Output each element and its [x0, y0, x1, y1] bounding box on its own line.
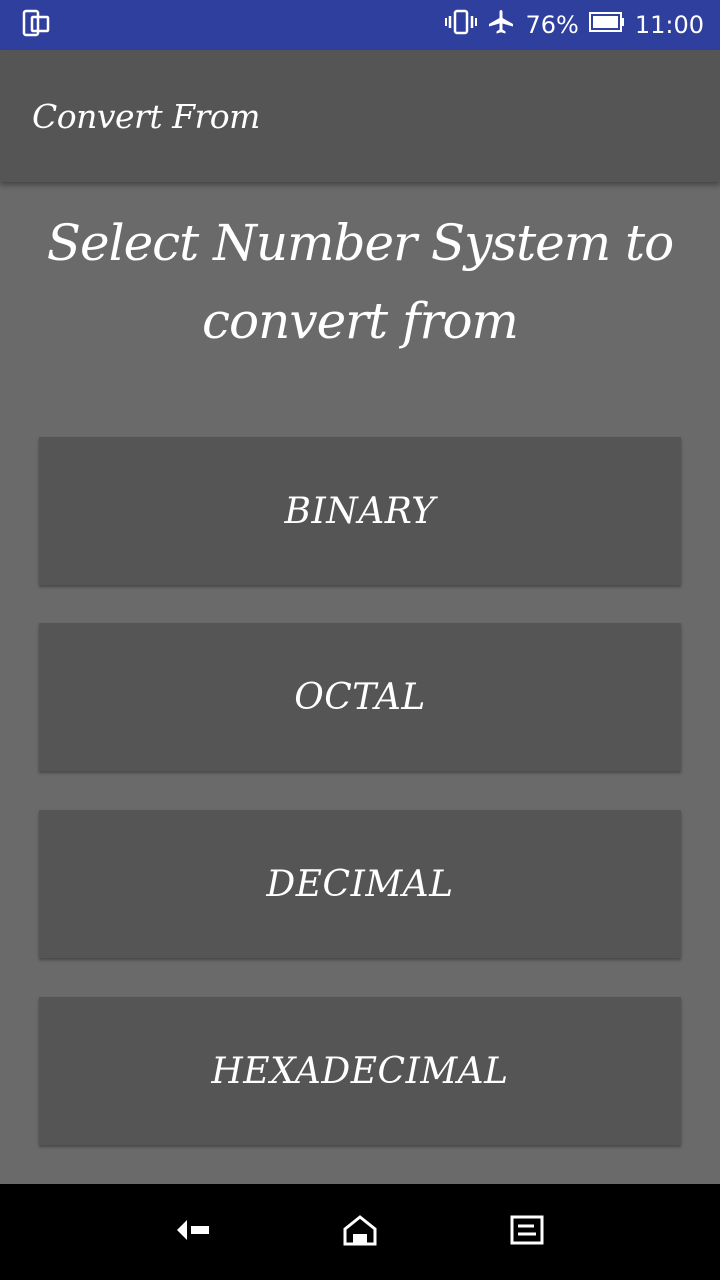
airplane-icon [487, 8, 515, 42]
binary-button-label: BINARY [284, 490, 436, 532]
page-heading: Select Number System to convert from [46, 214, 675, 350]
vibrate-icon [445, 8, 478, 42]
back-icon [173, 1215, 213, 1249]
app-bar-title: Convert From [32, 96, 260, 136]
app-bar: Convert From [0, 50, 720, 182]
status-bar: 76% 11:00 [0, 0, 720, 50]
octal-button[interactable]: OCTAL [39, 623, 681, 771]
home-icon [342, 1213, 378, 1251]
battery-icon [588, 11, 625, 39]
home-button[interactable] [330, 1202, 390, 1262]
recents-button[interactable] [497, 1202, 557, 1262]
hexadecimal-button-label: HEXADECIMAL [211, 1050, 509, 1092]
octal-button-label: OCTAL [294, 676, 426, 718]
recents-icon [510, 1214, 544, 1250]
hexadecimal-button[interactable]: HEXADECIMAL [39, 997, 681, 1145]
main-content: Select Number System to convert from BIN… [0, 182, 720, 1184]
back-button[interactable] [163, 1202, 223, 1262]
screen-mirror-icon [22, 9, 50, 41]
battery-percent: 76% [525, 11, 579, 39]
binary-button[interactable]: BINARY [39, 437, 681, 585]
navigation-bar [0, 1184, 720, 1280]
clock: 11:00 [634, 11, 704, 39]
decimal-button[interactable]: DECIMAL [39, 810, 681, 958]
decimal-button-label: DECIMAL [266, 863, 454, 905]
